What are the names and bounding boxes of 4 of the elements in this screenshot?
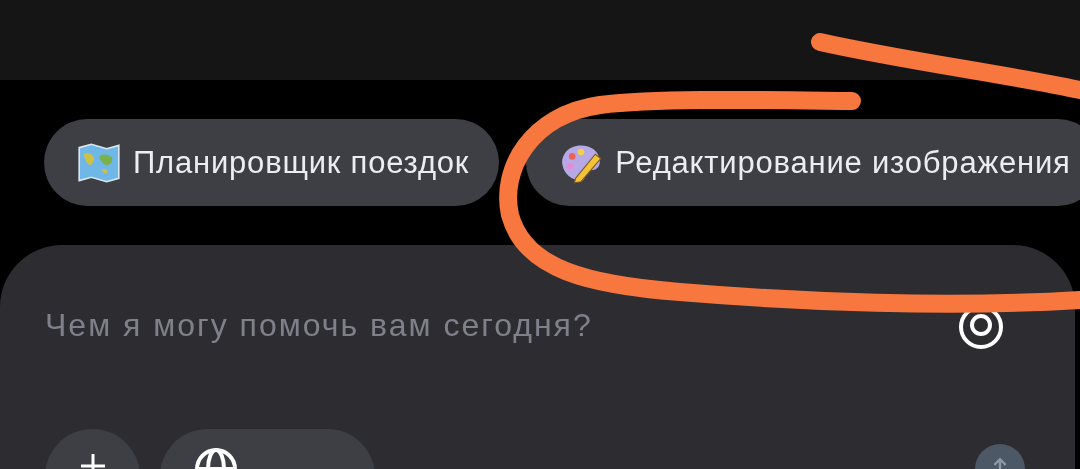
message-input[interactable]: Чем я могу помочь вам сегодня? [45,306,957,344]
suggestion-chip[interactable]: Редактирование изображения [526,119,1080,206]
suggestion-chip[interactable]: Планировщик поездок [44,119,500,206]
map-icon [77,140,121,185]
